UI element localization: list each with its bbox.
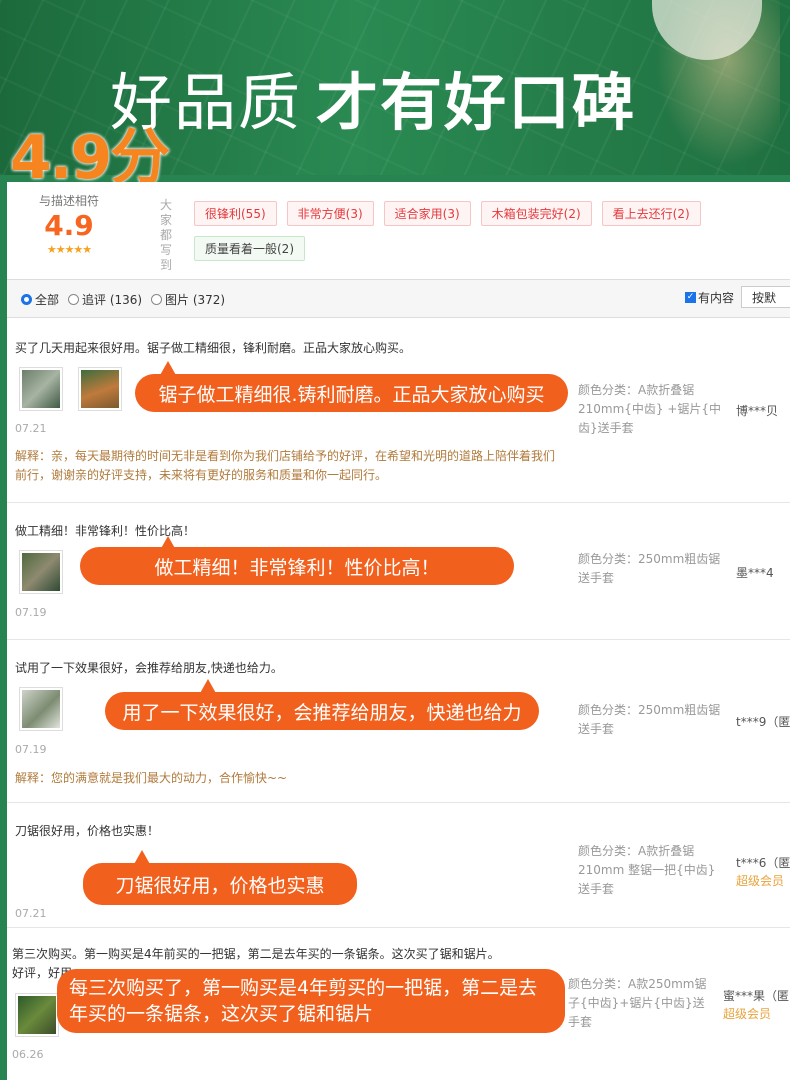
star-rating-icon: ★★★★★ [46, 243, 92, 256]
slogan-bold: 才有好口碑 [316, 66, 637, 139]
saw-photo-image [22, 370, 60, 408]
filter-pictures-label: 图片 (372) [165, 293, 226, 307]
review-photo[interactable] [19, 687, 63, 731]
seller-reply: 解释：亲，每天最期待的时间无非是看到你为我们店铺给予的好评，在希望和光明的道路上… [15, 449, 556, 482]
reviewer-name: 博***贝 [736, 404, 779, 418]
reviewer-name: 墨***4 [736, 566, 774, 580]
seller-reply: 解释：您的满意就是我们最大的动力，合作愉快~~ [15, 771, 288, 785]
review-item: 第三次购买。第一购买是4年前买的一把锯，第二是去年买的一条锯条。这次买了锯和锯片… [7, 927, 790, 1080]
vip-badge: 超级会员 [736, 874, 785, 888]
rating-summary: 与描述相符 4.9 ★★★★★ 大家都写到 很锋利(55) 非常方便(3) 适合家用… [7, 182, 790, 280]
has-content-label: 有内容 [698, 291, 735, 305]
saw-photo-image [81, 370, 119, 408]
review-date: 07.19 [15, 743, 47, 756]
radio-checked-icon [21, 294, 32, 305]
filter-pictures-radio[interactable]: 图片 (372) [151, 291, 225, 308]
review-date: 06.26 [12, 1048, 44, 1061]
reviewer-name: 蜜***果（匿 [723, 989, 790, 1003]
review-photo[interactable] [15, 993, 59, 1037]
has-content-checkbox[interactable]: ✓ 有内容 [685, 289, 734, 306]
tag-home-use[interactable]: 适合家用(3) [383, 201, 471, 226]
banner-slogan: 好品质 才有好口碑 [110, 52, 636, 142]
filter-all-label: 全部 [35, 293, 60, 307]
reviews-panel: 与描述相符 4.9 ★★★★★ 大家都写到 很锋利(55) 非常方便(3) 适合家用… [7, 182, 790, 1080]
tag-looks-ok[interactable]: 看上去还行(2) [601, 201, 701, 226]
score-box: 与描述相符 4.9 ★★★★★ [7, 192, 131, 256]
review-filter-bar: 全部 追评 (136) 图片 (372) ✓ 有内容 按默 [7, 280, 790, 318]
filter-followup-label: 追评 (136) [82, 293, 143, 307]
review-date: 07.21 [15, 422, 47, 435]
review-date: 07.19 [15, 606, 47, 619]
review-photo[interactable] [78, 367, 122, 411]
tag-convenient[interactable]: 非常方便(3) [286, 201, 374, 226]
radio-icon [151, 294, 162, 305]
review-photo[interactable] [19, 367, 63, 411]
review-item: 做工精细！非常锋利！性价比高！ 07.19 颜色分类：250mm粗齿锯 送手套 … [7, 502, 790, 640]
review-item: 试用了一下效果很好，会推荐给朋友,快递也给力。 07.19 颜色分类：250mm… [7, 639, 790, 803]
impression-tags: 很锋利(55) 非常方便(3) 适合家用(3) 木箱包装完好(2) 看上去还行(2) 质… [194, 201, 790, 271]
checkbox-checked-icon: ✓ [685, 292, 696, 303]
review-text: 买了几天用起来很好用。锯子做工精细很，锋利耐磨。正品大家放心购买。 [15, 341, 412, 355]
review-photo[interactable] [19, 550, 63, 594]
score-value: 4.9 [44, 209, 94, 242]
tags-heading: 大家都写到 [159, 198, 172, 272]
review-item: 买了几天用起来很好用。锯子做工精细很，锋利耐磨。正品大家放心购买。 07.21 … [7, 317, 790, 503]
highlight-bubble: 用了一下效果很好，会推荐给朋友，快递也给力 [105, 692, 539, 730]
filter-followup-radio[interactable]: 追评 (136) [68, 291, 142, 308]
review-sku: 颜色分类：A款折叠锯210mm{中齿} +锯片{中齿}送手套 [578, 383, 722, 435]
score-label: 与描述相符 [38, 194, 99, 208]
review-text: 试用了一下效果很好，会推荐给朋友,快递也给力。 [15, 661, 283, 675]
review-text: 刀锯很好用，价格也实惠！ [15, 824, 160, 838]
review-date: 07.21 [15, 907, 47, 920]
review-sku: 颜色分类：250mm粗齿锯 送手套 [578, 552, 721, 585]
tag-quality-average[interactable]: 质量看着一般(2) [194, 236, 305, 261]
radio-icon [68, 294, 79, 305]
reviewer-name: t***6（匿 [736, 856, 790, 870]
tag-sharp[interactable]: 很锋利(55) [194, 201, 277, 226]
filter-all-radio[interactable]: 全部 [21, 291, 59, 308]
saw-photo-image [18, 996, 56, 1034]
highlight-bubble: 刀锯很好用，价格也实惠 [83, 863, 357, 905]
saw-photo-image [22, 690, 60, 728]
highlight-bubble: 每三次购买了，第一购买是4年剪买的一把锯，第二是去年买的一条锯条，这次买了锯和锯… [57, 969, 565, 1033]
highlight-bubble: 锯子做工精细很.铸利耐磨。正品大家放心购买 [135, 374, 568, 412]
highlight-bubble: 做工精细！非常锋利！性价比高！ [80, 547, 514, 585]
review-sku: 颜色分类：A款折叠锯210mm 整锯一把{中齿}送手套 [578, 844, 716, 896]
saw-photo-image [22, 553, 60, 591]
vip-badge: 超级会员 [723, 1007, 772, 1021]
review-sku: 颜色分类：250mm粗齿锯 送手套 [578, 703, 721, 736]
review-text: 第三次购买。第一购买是4年前买的一把锯，第二是去年买的一条锯条。这次买了锯和锯片… [12, 947, 500, 961]
sort-button[interactable]: 按默 [741, 286, 790, 308]
tag-packaging[interactable]: 木箱包装完好(2) [480, 201, 592, 226]
review-sku: 颜色分类：A款250mm锯子{中齿}+锯片{中齿}送手套 [568, 977, 707, 1029]
reviewer-name: t***9（匿 [736, 715, 790, 729]
big-score: 4.9分 [10, 123, 170, 193]
review-item: 刀锯很好用，价格也实惠！ 07.21 颜色分类：A款折叠锯210mm 整锯一把{… [7, 802, 790, 928]
